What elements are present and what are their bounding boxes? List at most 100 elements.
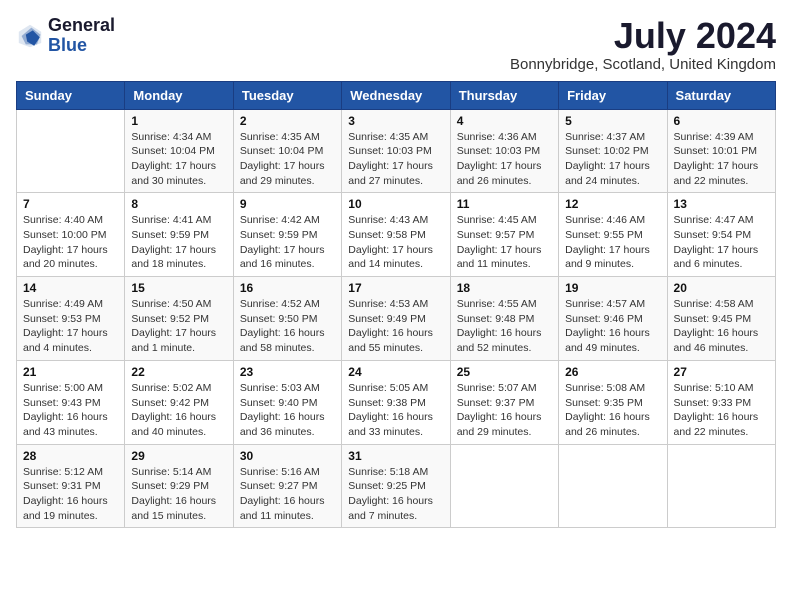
calendar-cell (667, 444, 775, 528)
day-detail: Sunrise: 5:12 AMSunset: 9:31 PMDaylight:… (23, 465, 118, 524)
day-number: 24 (348, 365, 443, 379)
weekday-header: Sunday (17, 81, 125, 109)
day-detail: Sunrise: 4:52 AMSunset: 9:50 PMDaylight:… (240, 297, 335, 356)
day-detail: Sunrise: 5:08 AMSunset: 9:35 PMDaylight:… (565, 381, 660, 440)
calendar-cell: 6 Sunrise: 4:39 AMSunset: 10:01 PMDayligh… (667, 109, 775, 193)
weekday-header: Friday (559, 81, 667, 109)
day-detail: Sunrise: 5:14 AMSunset: 9:29 PMDaylight:… (131, 465, 226, 524)
calendar-cell: 2Sunrise: 4:35 AMSunset: 10:04 PMDayligh… (233, 109, 341, 193)
calendar-cell: 5 Sunrise: 4:37 AMSunset: 10:02 PMDayligh… (559, 109, 667, 193)
calendar-cell: 10Sunrise: 4:43 AMSunset: 9:58 PMDayligh… (342, 193, 450, 277)
logo-general: General (48, 16, 115, 36)
day-number: 10 (348, 197, 443, 211)
day-number: 11 (457, 197, 552, 211)
logo: General Blue (16, 16, 115, 56)
calendar-cell: 7Sunrise: 4:40 AMSunset: 10:00 PMDayligh… (17, 193, 125, 277)
calendar-header-row: SundayMondayTuesdayWednesdayThursdayFrid… (17, 81, 776, 109)
day-number: 5 (565, 114, 660, 128)
calendar-cell: 23 Sunrise: 5:03 AMSunset: 9:40 PMDayligh… (233, 360, 341, 444)
day-detail: Sunrise: 4:50 AMSunset: 9:52 PMDaylight:… (131, 297, 226, 356)
calendar-cell: 25Sunrise: 5:07 AMSunset: 9:37 PMDayligh… (450, 360, 558, 444)
day-number: 6 (674, 114, 769, 128)
day-number: 21 (23, 365, 118, 379)
day-detail: Sunrise: 5:02 AMSunset: 9:42 PMDaylight:… (131, 381, 226, 440)
weekday-header: Saturday (667, 81, 775, 109)
day-detail: Sunrise: 4:36 AMSunset: 10:03 PMDaylight… (457, 130, 552, 189)
calendar-cell (450, 444, 558, 528)
day-number: 2 (240, 114, 335, 128)
day-number: 22 (131, 365, 226, 379)
day-detail: Sunrise: 5:05 AMSunset: 9:38 PMDaylight:… (348, 381, 443, 440)
calendar-week-row: 7Sunrise: 4:40 AMSunset: 10:00 PMDayligh… (17, 193, 776, 277)
day-detail: Sunrise: 5:03 AMSunset: 9:40 PMDaylight:… (240, 381, 335, 440)
day-number: 27 (674, 365, 769, 379)
calendar-cell: 1Sunrise: 4:34 AMSunset: 10:04 PMDayligh… (125, 109, 233, 193)
day-number: 8 (131, 197, 226, 211)
page-header: General Blue July 2024 Bonnybridge, Scot… (16, 16, 776, 73)
day-detail: Sunrise: 5:10 AMSunset: 9:33 PMDaylight:… (674, 381, 769, 440)
day-detail: Sunrise: 4:55 AMSunset: 9:48 PMDaylight:… (457, 297, 552, 356)
calendar-cell: 21Sunrise: 5:00 AMSunset: 9:43 PMDayligh… (17, 360, 125, 444)
day-number: 19 (565, 281, 660, 295)
calendar-cell: 19 Sunrise: 4:57 AMSunset: 9:46 PMDayligh… (559, 277, 667, 361)
day-number: 7 (23, 197, 118, 211)
calendar-cell: 11Sunrise: 4:45 AMSunset: 9:57 PMDayligh… (450, 193, 558, 277)
day-number: 3 (348, 114, 443, 128)
calendar-cell: 12 Sunrise: 4:46 AMSunset: 9:55 PMDayligh… (559, 193, 667, 277)
calendar-week-row: 28 Sunrise: 5:12 AMSunset: 9:31 PMDayligh… (17, 444, 776, 528)
day-number: 20 (674, 281, 769, 295)
calendar-cell: 17Sunrise: 4:53 AMSunset: 9:49 PMDayligh… (342, 277, 450, 361)
day-detail: Sunrise: 4:47 AMSunset: 9:54 PMDaylight:… (674, 213, 769, 272)
day-number: 23 (240, 365, 335, 379)
calendar-cell: 9 Sunrise: 4:42 AMSunset: 9:59 PMDaylight… (233, 193, 341, 277)
weekday-header: Thursday (450, 81, 558, 109)
day-detail: Sunrise: 4:58 AMSunset: 9:45 PMDaylight:… (674, 297, 769, 356)
calendar-cell: 18 Sunrise: 4:55 AMSunset: 9:48 PMDayligh… (450, 277, 558, 361)
weekday-header: Tuesday (233, 81, 341, 109)
day-detail: Sunrise: 4:37 AMSunset: 10:02 PMDaylight… (565, 130, 660, 189)
calendar-cell (559, 444, 667, 528)
weekday-header: Monday (125, 81, 233, 109)
calendar-cell: 22 Sunrise: 5:02 AMSunset: 9:42 PMDayligh… (125, 360, 233, 444)
day-number: 13 (674, 197, 769, 211)
day-detail: Sunrise: 4:57 AMSunset: 9:46 PMDaylight:… (565, 297, 660, 356)
calendar-cell: 14Sunrise: 4:49 AMSunset: 9:53 PMDayligh… (17, 277, 125, 361)
day-number: 28 (23, 449, 118, 463)
calendar-cell: 27 Sunrise: 5:10 AMSunset: 9:33 PMDayligh… (667, 360, 775, 444)
day-detail: Sunrise: 4:42 AMSunset: 9:59 PMDaylight:… (240, 213, 335, 272)
day-number: 15 (131, 281, 226, 295)
logo-icon (16, 22, 44, 50)
logo-text: General Blue (48, 16, 115, 56)
calendar-cell: 3Sunrise: 4:35 AMSunset: 10:03 PMDayligh… (342, 109, 450, 193)
day-detail: Sunrise: 4:39 AMSunset: 10:01 PMDaylight… (674, 130, 769, 189)
day-detail: Sunrise: 5:18 AMSunset: 9:25 PMDaylight:… (348, 465, 443, 524)
day-number: 12 (565, 197, 660, 211)
day-detail: Sunrise: 5:07 AMSunset: 9:37 PMDaylight:… (457, 381, 552, 440)
day-number: 17 (348, 281, 443, 295)
calendar-cell: 24 Sunrise: 5:05 AMSunset: 9:38 PMDayligh… (342, 360, 450, 444)
day-detail: Sunrise: 4:46 AMSunset: 9:55 PMDaylight:… (565, 213, 660, 272)
calendar-cell: 30 Sunrise: 5:16 AMSunset: 9:27 PMDayligh… (233, 444, 341, 528)
calendar-cell: 16 Sunrise: 4:52 AMSunset: 9:50 PMDayligh… (233, 277, 341, 361)
day-number: 16 (240, 281, 335, 295)
day-detail: Sunrise: 4:49 AMSunset: 9:53 PMDaylight:… (23, 297, 118, 356)
calendar-cell: 28 Sunrise: 5:12 AMSunset: 9:31 PMDayligh… (17, 444, 125, 528)
day-number: 4 (457, 114, 552, 128)
title-month: July 2024 (510, 16, 776, 56)
day-number: 9 (240, 197, 335, 211)
day-number: 18 (457, 281, 552, 295)
calendar-cell (17, 109, 125, 193)
day-number: 30 (240, 449, 335, 463)
day-number: 26 (565, 365, 660, 379)
calendar-cell: 15 Sunrise: 4:50 AMSunset: 9:52 PMDayligh… (125, 277, 233, 361)
calendar-cell: 4 Sunrise: 4:36 AMSunset: 10:03 PMDayligh… (450, 109, 558, 193)
day-number: 31 (348, 449, 443, 463)
day-detail: Sunrise: 5:16 AMSunset: 9:27 PMDaylight:… (240, 465, 335, 524)
calendar-cell: 29Sunrise: 5:14 AMSunset: 9:29 PMDayligh… (125, 444, 233, 528)
day-detail: Sunrise: 4:41 AMSunset: 9:59 PMDaylight:… (131, 213, 226, 272)
calendar-week-row: 14Sunrise: 4:49 AMSunset: 9:53 PMDayligh… (17, 277, 776, 361)
title-location: Bonnybridge, Scotland, United Kingdom (510, 56, 776, 73)
calendar-cell: 13 Sunrise: 4:47 AMSunset: 9:54 PMDayligh… (667, 193, 775, 277)
calendar-cell: 26 Sunrise: 5:08 AMSunset: 9:35 PMDayligh… (559, 360, 667, 444)
title-block: July 2024 Bonnybridge, Scotland, United … (510, 16, 776, 73)
